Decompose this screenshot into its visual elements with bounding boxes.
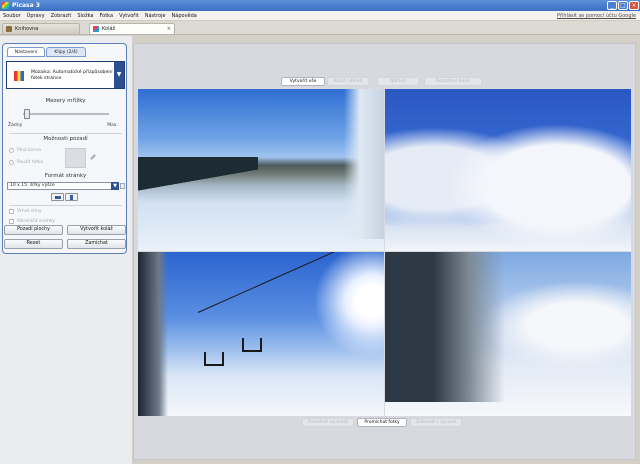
collage-settings-panel: Nastavení Klipy (2/4) Mozaika: Automatic… xyxy=(2,43,127,254)
background-image-label: Použít fotku xyxy=(17,160,44,165)
background-color-swatch[interactable] xyxy=(65,148,86,168)
tab-library-label: Knihovna xyxy=(15,26,39,32)
collage-icon xyxy=(93,26,99,32)
mosaic-icon xyxy=(14,71,24,81)
outline-label: Ohraničit snímky xyxy=(17,219,55,224)
menu-bar: Soubor Úpravy Zobrazit Složka Fotka Vytv… xyxy=(0,11,640,21)
grid-spacing-min-label: Žádný xyxy=(8,123,23,128)
grid-spacing-slider-thumb[interactable] xyxy=(24,109,31,119)
grid-spacing-title: Mezery mřížky xyxy=(45,98,86,104)
collage-photo-snow-cannon[interactable] xyxy=(385,252,631,416)
maximize-button[interactable]: □ xyxy=(618,1,628,10)
menu-vytvorit[interactable]: Vytvořit xyxy=(116,13,142,19)
shuffle-photos-button[interactable]: Promíchat fotky xyxy=(357,418,407,427)
landscape-button[interactable] xyxy=(51,193,64,201)
create-collage-button[interactable]: Vytvořit koláž xyxy=(67,225,126,235)
menu-nastroje[interactable]: Nástroje xyxy=(142,13,169,19)
create-all-button[interactable]: Vytvořit vše xyxy=(281,77,325,86)
edit-view-button[interactable]: Zobrazit v úpravě xyxy=(410,418,462,427)
window-title: Picasa 3 xyxy=(12,2,40,9)
tab-row: Knihovna Koláž × xyxy=(0,21,640,35)
radio-icon xyxy=(9,148,14,153)
menu-fotka[interactable]: Fotka xyxy=(96,13,116,19)
outline-checkbox[interactable]: Ohraničit snímky xyxy=(9,219,55,224)
radio-icon xyxy=(9,160,14,165)
aspect-lock-icon[interactable] xyxy=(120,183,125,189)
photo-detail xyxy=(138,157,258,197)
divider xyxy=(9,133,122,134)
reset-button[interactable]: Reset xyxy=(4,239,63,249)
menu-slozka[interactable]: Složka xyxy=(74,13,96,19)
tab-close-icon[interactable]: × xyxy=(167,26,171,32)
portrait-icon xyxy=(70,195,73,200)
menu-soubor[interactable]: Soubor xyxy=(0,13,24,19)
background-color-label: Plná barva xyxy=(17,148,41,153)
checkbox-icon xyxy=(9,219,14,224)
grid-spacing-track[interactable] xyxy=(23,113,109,115)
tab-clips[interactable]: Klipy (2/4) xyxy=(46,47,86,57)
landscape-icon xyxy=(55,196,61,199)
chevron-down-icon[interactable]: ▼ xyxy=(111,182,119,190)
photo-detail xyxy=(138,252,168,416)
menu-napoveda[interactable]: Nápověda xyxy=(169,13,200,19)
photo-detail xyxy=(197,252,381,313)
collage-preview-button[interactable]: Koláž náhled xyxy=(327,77,369,86)
photo-detail xyxy=(344,89,384,239)
title-bar: Picasa 3 _ □ × xyxy=(0,0,640,11)
minimize-button[interactable]: _ xyxy=(607,1,617,10)
picasa-app-icon xyxy=(2,2,9,9)
collage-photo-ski-slope[interactable] xyxy=(138,89,384,251)
tab-settings[interactable]: Nastavení xyxy=(7,47,45,57)
collage-photo-frosted-trees[interactable] xyxy=(385,89,631,251)
photo-detail xyxy=(385,252,505,402)
convert-to-collage-button[interactable]: Proměnit na koláž xyxy=(302,418,354,427)
layout-select[interactable]: Mozaika: Automatické přizpůsobení fotek … xyxy=(6,61,125,89)
collage-photo-chairlift[interactable] xyxy=(138,252,384,416)
photo-detail xyxy=(242,338,262,352)
background-image-radio[interactable]: Použít fotku xyxy=(9,160,43,165)
draw-shadows-checkbox[interactable]: Vrhat stíny xyxy=(9,209,42,214)
window-controls: _ □ × xyxy=(607,1,639,10)
page-format-value: 10 x 15: šířky výšce xyxy=(10,183,55,188)
tab-collage[interactable]: Koláž × xyxy=(89,23,175,34)
layout-select-label: Mozaika: Automatické přizpůsobení fotek … xyxy=(31,70,113,81)
checkbox-icon xyxy=(9,209,14,214)
photo-detail xyxy=(204,352,224,366)
library-icon xyxy=(6,26,12,32)
collage-workspace: Vytvořit vše Koláž náhled Náhled Rozlože… xyxy=(133,43,636,460)
google-signin-link[interactable]: Přihlásit se pomocí účtu Google xyxy=(557,13,636,19)
tab-library[interactable]: Knihovna xyxy=(2,23,80,34)
tab-collage-label: Koláž xyxy=(102,26,116,32)
draw-shadows-label: Vrhat stíny xyxy=(17,209,42,214)
grid-spacing-max-label: Max. xyxy=(107,123,118,128)
clear-background-button[interactable]: Pozadí plochy xyxy=(4,225,63,235)
background-options-title: Možnosti pozadí xyxy=(43,136,88,142)
left-pane: Nastavení Klipy (2/4) Mozaika: Automatic… xyxy=(0,36,132,464)
portrait-button[interactable] xyxy=(65,193,78,201)
chevron-down-icon[interactable]: ▼ xyxy=(114,62,124,88)
eyedropper-icon[interactable] xyxy=(90,154,96,160)
photo-layout-button[interactable]: Rozložení fotek xyxy=(424,77,482,86)
background-color-radio[interactable]: Plná barva xyxy=(9,148,41,153)
shuffle-button[interactable]: Zamíchat xyxy=(67,239,126,249)
menu-zobrazit[interactable]: Zobrazit xyxy=(48,13,75,19)
close-button[interactable]: × xyxy=(629,1,639,10)
page-format-select[interactable]: 10 x 15: šířky výšce ▼ xyxy=(7,182,119,190)
page-format-title: Formát stránky xyxy=(44,173,87,179)
menu-upravy[interactable]: Úpravy xyxy=(24,13,48,19)
preview-button[interactable]: Náhled xyxy=(377,77,419,86)
divider xyxy=(9,205,122,206)
